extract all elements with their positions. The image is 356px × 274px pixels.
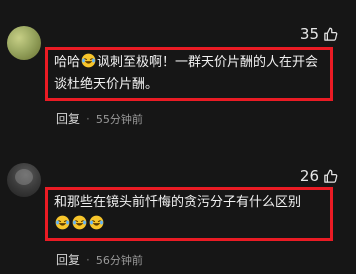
timestamp: 56分钟前 xyxy=(95,253,143,267)
reply-button[interactable]: 回复 xyxy=(56,251,80,268)
comment-text: 和那些在镜头前忏悔的贪污分子有什么区别 xyxy=(45,187,333,241)
avatar[interactable] xyxy=(7,163,41,197)
comment-text-part: 和那些在镜头前忏悔的贪污分子有什么区别 xyxy=(54,195,302,210)
laughing-crying-emoji xyxy=(72,215,87,230)
like-button[interactable]: 26 xyxy=(300,167,338,185)
thumbs-up-icon xyxy=(323,169,338,184)
separator: · xyxy=(86,252,90,267)
laughing-crying-emoji xyxy=(55,215,70,230)
comment-2: 26 和那些在镜头前忏悔的贪污分子有什么区别 回复 · 56分钟前 xyxy=(0,0,356,274)
comment-meta: 回复 · 56分钟前 xyxy=(56,251,143,268)
laughing-crying-emoji xyxy=(89,215,104,230)
like-count: 26 xyxy=(299,167,319,185)
